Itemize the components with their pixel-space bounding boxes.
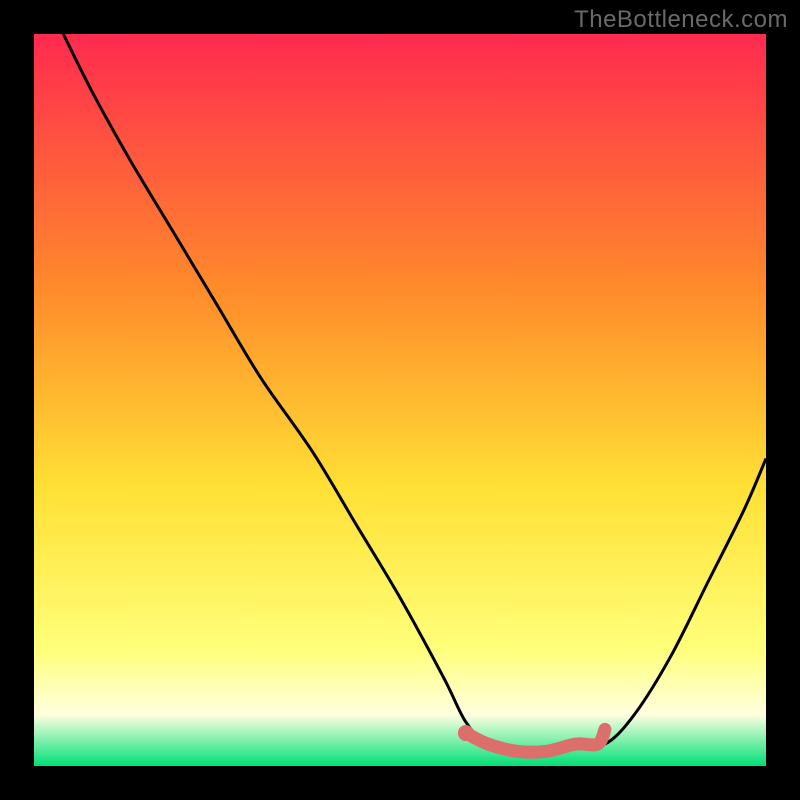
chart-curve <box>34 34 766 766</box>
watermark-text: TheBottleneck.com <box>574 6 788 34</box>
plot-area <box>34 34 766 766</box>
